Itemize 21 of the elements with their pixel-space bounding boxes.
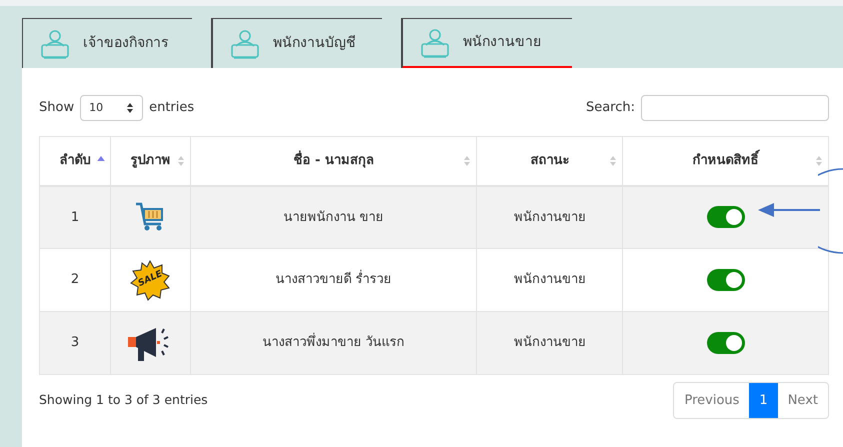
pagination-button[interactable]: Previous xyxy=(674,383,750,418)
entries-select[interactable]: 10 xyxy=(80,95,144,121)
permission-toggle[interactable] xyxy=(706,332,745,354)
pagination-button[interactable]: 1 xyxy=(749,383,778,418)
table-cell: พนักงานขาย xyxy=(476,312,623,374)
entries-label: entries xyxy=(149,99,194,118)
search-field[interactable] xyxy=(641,95,829,121)
permission-toggle[interactable] xyxy=(706,206,745,228)
show-label: Show xyxy=(39,99,74,118)
table-cell: 3 xyxy=(40,312,110,374)
pagination-button[interactable]: Next xyxy=(778,383,828,418)
search-label: Search: xyxy=(586,99,635,118)
column-header[interactable]: ลำดับ xyxy=(40,136,110,186)
user-laptop-icon xyxy=(419,26,451,58)
permission-toggle[interactable] xyxy=(706,269,745,291)
table-cell: นางสาวพึ่งมาขาย วันแรก xyxy=(190,312,477,374)
user-laptop-icon xyxy=(229,28,261,60)
select-arrows-icon xyxy=(126,103,134,113)
user-laptop-icon xyxy=(39,28,71,60)
annotation-arrow xyxy=(758,202,820,218)
table-info: Showing 1 to 3 of 3 entries xyxy=(39,391,208,410)
